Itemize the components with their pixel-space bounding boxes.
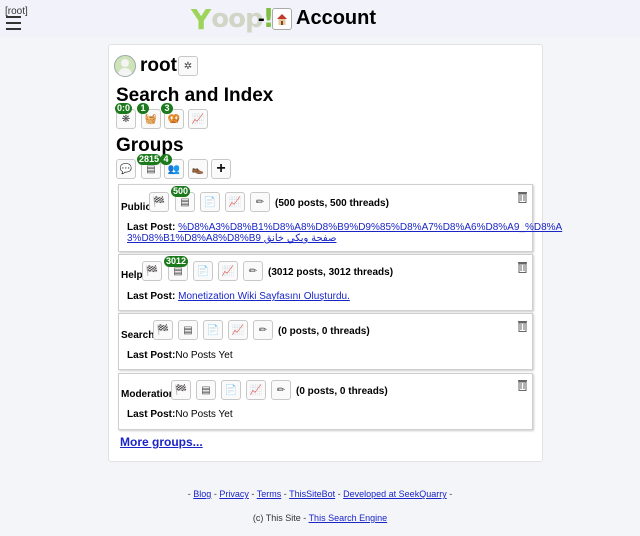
group-flag-icon[interactable]: 🏁: [153, 320, 173, 340]
group-flag-icon[interactable]: 🏁: [142, 261, 162, 281]
footer-sep: -: [187, 489, 191, 499]
group-feed-badge: 3012: [164, 256, 189, 267]
group-stats: (0 posts, 0 threads): [278, 326, 370, 337]
footer-link-bot[interactable]: ThisSiteBot: [289, 489, 335, 499]
trash-icon[interactable]: [517, 379, 528, 391]
group-stats: (500 posts, 500 threads): [275, 198, 389, 209]
title-separator: -: [258, 8, 265, 30]
username: root: [140, 55, 177, 76]
page-title: Account: [296, 7, 376, 29]
last-post-empty: No Posts Yet: [175, 350, 233, 361]
footer-link-privacy[interactable]: Privacy: [219, 489, 249, 499]
footer-sep: -: [337, 489, 341, 499]
crawl-badge: 0:0: [115, 103, 133, 114]
group-edit-icon[interactable]: ✏: [253, 320, 273, 340]
footer-link-terms[interactable]: Terms: [257, 489, 282, 499]
last-post-link[interactable]: Monetization Wiki Sayfasını Oluşturdu.: [178, 291, 350, 302]
home-icon[interactable]: [272, 8, 292, 30]
footer-link-blog[interactable]: Blog: [193, 489, 211, 499]
hamburger-menu-icon[interactable]: [6, 16, 21, 30]
chat-bubble-icon[interactable]: 💬: [116, 159, 136, 179]
group-edit-icon[interactable]: ✏: [250, 192, 270, 212]
group-flag-icon[interactable]: 🏁: [149, 192, 169, 212]
group-feed-badge: 500: [171, 186, 191, 197]
group-chart-icon[interactable]: 📈: [225, 192, 245, 212]
footer-sep: -: [213, 489, 217, 499]
basket-badge: 1: [137, 103, 149, 114]
group-page-icon[interactable]: 📄: [203, 320, 223, 340]
trash-icon[interactable]: [517, 261, 528, 273]
trash-icon[interactable]: [517, 320, 528, 332]
people-badge: 4: [160, 154, 172, 165]
group-edit-icon[interactable]: ✏: [243, 261, 263, 281]
group-page-icon[interactable]: 📄: [221, 380, 241, 400]
group-chart-icon[interactable]: 📈: [246, 380, 266, 400]
crawl-shoe-icon[interactable]: 👞: [188, 159, 208, 179]
footer-copyright: (c) This Site - This Search Engine: [0, 513, 640, 523]
feed-badge: 2815: [137, 154, 162, 165]
last-post-label: Last Post:: [127, 222, 176, 233]
group-feed-icon[interactable]: ▤: [178, 320, 198, 340]
last-post-line: Last Post: %D8%A3%D8%B1%D8%A8%D8%B9%D9%8…: [127, 222, 562, 233]
group-name-moderation[interactable]: Moderation: [121, 389, 175, 400]
last-post-link[interactable]: %D8%A3%D8%B1%D8%A8%D8%B9%D9%85%D8%A7%D8%…: [178, 222, 562, 233]
last-post-line: Last Post: Monetization Wiki Sayfasını O…: [127, 291, 350, 302]
copyright-text: (c) This Site -: [252, 513, 307, 523]
group-flag-icon[interactable]: 🏁: [171, 380, 191, 400]
group-page-icon[interactable]: 📄: [193, 261, 213, 281]
group-name-help[interactable]: Help: [121, 270, 143, 281]
group-stats: (3012 posts, 3012 threads): [268, 267, 394, 278]
chart-icon[interactable]: 📈: [188, 109, 208, 129]
group-name-public[interactable]: Public: [121, 202, 151, 213]
search-engine-link[interactable]: This Search Engine: [309, 513, 388, 523]
footer-sep: -: [449, 489, 453, 499]
footer-sep: -: [283, 489, 287, 499]
last-post-label: Last Post:: [127, 350, 176, 361]
last-post-link-cont[interactable]: 3%D8%B1%D8%A8%D8%B9 صفحة ويكي خانق: [127, 233, 336, 244]
settings-gear-icon[interactable]: ✲: [178, 56, 198, 76]
last-post-line-2: 3%D8%B1%D8%A8%D8%B9 صفحة ويكي خانق: [127, 233, 336, 244]
footer-sep: -: [251, 489, 255, 499]
more-groups-link[interactable]: More groups...: [120, 435, 203, 449]
group-feed-icon[interactable]: ▤: [196, 380, 216, 400]
last-post-label: Last Post:: [127, 291, 176, 302]
footer-link-seekquarry[interactable]: Developed at SeekQuarry: [343, 489, 447, 499]
group-name-search[interactable]: Search: [121, 330, 154, 341]
footer-links: - Blog - Privacy - Terms - ThisSiteBot -…: [0, 489, 640, 499]
pretzel-badge: 3: [161, 103, 173, 114]
last-post-empty: No Posts Yet: [175, 409, 233, 420]
group-chart-icon[interactable]: 📈: [228, 320, 248, 340]
group-edit-icon[interactable]: ✏: [271, 380, 291, 400]
last-post-line: Last Post:No Posts Yet: [127, 350, 233, 361]
trash-icon[interactable]: [517, 191, 528, 203]
last-post-label: Last Post:: [127, 409, 176, 420]
group-page-icon[interactable]: 📄: [200, 192, 220, 212]
last-post-line: Last Post:No Posts Yet: [127, 409, 233, 420]
avatar[interactable]: [114, 55, 136, 77]
group-chart-icon[interactable]: 📈: [218, 261, 238, 281]
group-stats: (0 posts, 0 threads): [296, 386, 388, 397]
add-group-plus-icon[interactable]: +: [211, 159, 231, 179]
